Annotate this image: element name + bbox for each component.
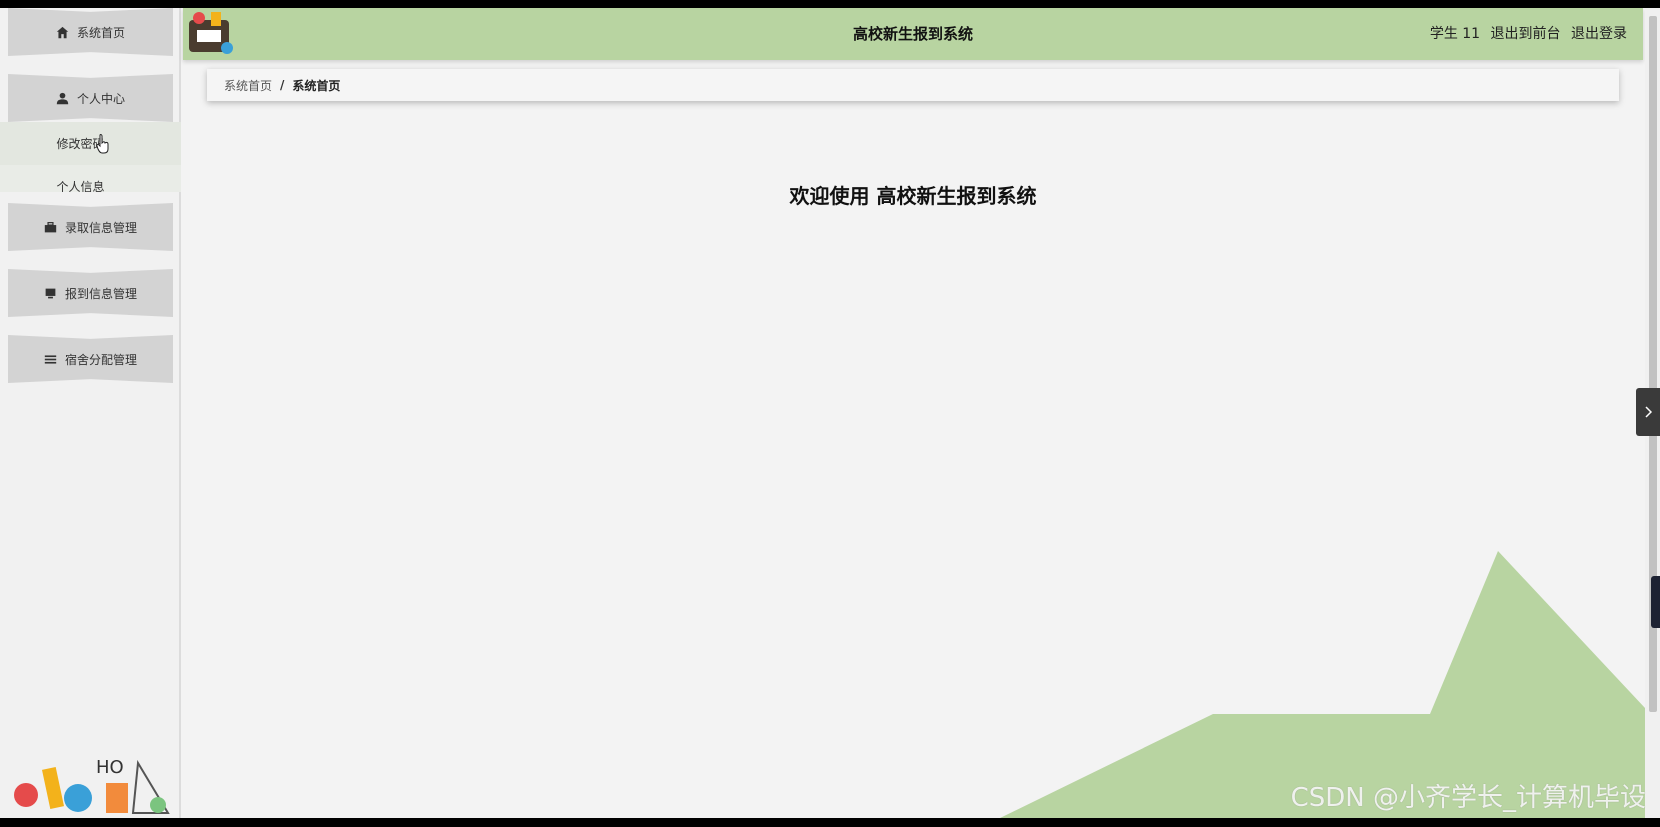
svg-text:HO: HO <box>96 757 124 778</box>
sidebar-item-dorm-allocation[interactable]: 宿舍分配管理 <box>8 335 173 383</box>
personal-center-submenu: 修改密码 个人信息 <box>0 122 181 192</box>
submenu-item-label: 个人信息 <box>56 180 105 192</box>
submenu-item-change-password[interactable]: 修改密码 <box>0 122 181 165</box>
side-panel-toggle[interactable] <box>1636 388 1660 436</box>
breadcrumb-home-link[interactable]: 系统首页 <box>224 77 272 94</box>
sidebar: 系统首页 个人中心 修改密码 个人信息 录取信息管理 报到信息管理 宿舍分配管理… <box>0 8 181 818</box>
welcome-heading: 欢迎使用 高校新生报到系统 <box>789 184 1037 208</box>
top-header: 高校新生报到系统 学生 11 退出到前台 退出登录 <box>183 8 1643 60</box>
sidebar-item-label: 录取信息管理 <box>64 220 137 235</box>
sidebar-item-label: 报到信息管理 <box>64 286 137 301</box>
chevron-right-icon <box>1645 406 1653 418</box>
breadcrumb: 系统首页 / 系统首页 <box>207 69 1619 101</box>
sidebar-item-admission-info[interactable]: 录取信息管理 <box>8 203 173 251</box>
list-icon <box>44 354 57 364</box>
sidebar-item-label: 系统首页 <box>76 25 125 40</box>
breadcrumb-separator: / <box>280 78 285 92</box>
sidebar-item-label: 个人中心 <box>76 91 125 106</box>
sidebar-item-registration-info[interactable]: 报到信息管理 <box>8 269 173 317</box>
floating-side-tab[interactable] <box>1651 576 1660 628</box>
app-window: 系统首页 个人中心 修改密码 个人信息 录取信息管理 报到信息管理 宿舍分配管理… <box>0 8 1660 818</box>
sidebar-item-home[interactable]: 系统首页 <box>8 8 173 56</box>
home-icon <box>56 26 69 38</box>
briefcase-icon <box>44 221 57 232</box>
hand-cursor-icon <box>96 134 109 154</box>
breadcrumb-current: 系统首页 <box>292 78 341 93</box>
logout-link[interactable]: 退出登录 <box>1571 26 1627 42</box>
submenu-item-personal-info[interactable]: 个人信息 <box>0 165 181 192</box>
watermark-text: CSDN @小齐学长_计算机毕设 <box>1290 783 1646 813</box>
exit-to-front-link[interactable]: 退出到前台 <box>1491 26 1561 42</box>
sidebar-item-personal-center[interactable]: 个人中心 <box>8 74 173 122</box>
monitor-icon <box>45 288 56 298</box>
user-area: 学生 11 退出到前台 退出登录 <box>1424 8 1627 60</box>
decorative-doodle-image: HO <box>14 757 170 814</box>
user-name: 学生 11 <box>1429 26 1481 42</box>
user-icon <box>56 92 69 104</box>
sidebar-item-label: 宿舍分配管理 <box>64 352 137 367</box>
decorative-mountain-shape <box>1000 551 1645 818</box>
